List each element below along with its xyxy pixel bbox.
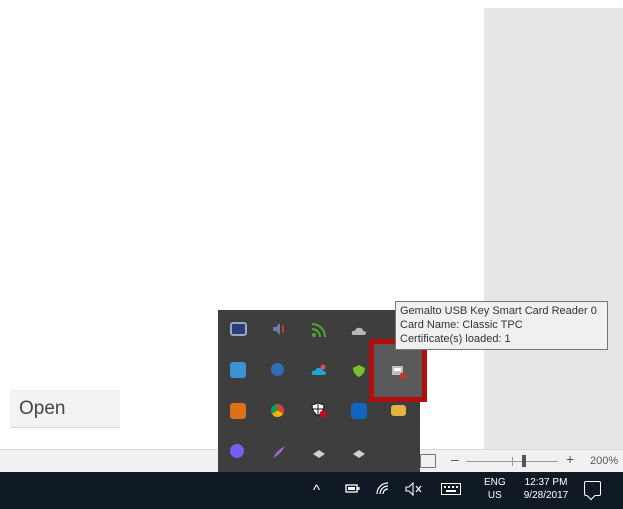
tooltip-certificates: Certificate(s) loaded: 1: [400, 333, 511, 345]
right-pane: [484, 8, 623, 449]
volume-muted-icon[interactable]: [405, 481, 423, 498]
clock[interactable]: 12:37 PM 9/28/2017: [517, 476, 575, 502]
zoom-center-tick: [512, 457, 513, 466]
usb-drive-icon[interactable]: [311, 446, 327, 462]
zoom-slider-thumb[interactable]: [522, 455, 526, 467]
check-shield-icon[interactable]: [351, 364, 367, 380]
feather-icon[interactable]: [271, 444, 287, 460]
zoom-level[interactable]: 200%: [590, 455, 618, 467]
cloud-sync-icon[interactable]: [311, 364, 327, 380]
tooltip-card-name: Card Name: Classic TPC: [400, 319, 523, 331]
orange-app-icon[interactable]: [230, 403, 246, 419]
open-button-label: Open: [19, 398, 66, 419]
language-code: ENG: [484, 477, 506, 488]
action-center-icon[interactable]: [584, 481, 601, 496]
input-language[interactable]: ENG US: [484, 476, 506, 502]
shield-x-icon[interactable]: [311, 402, 327, 418]
network-icon[interactable]: [271, 363, 284, 376]
view-icon[interactable]: [420, 454, 436, 468]
monitor-icon[interactable]: [230, 322, 247, 336]
smart-card-reader-icon[interactable]: [390, 364, 408, 385]
battery-icon[interactable]: [345, 482, 360, 496]
region-code: US: [487, 490, 502, 501]
outlook-icon[interactable]: [351, 403, 367, 419]
chrome-icon[interactable]: [271, 404, 284, 417]
show-hidden-icons-chevron[interactable]: ^: [313, 483, 320, 498]
tooltip-device-name: Gemalto USB Key Smart Card Reader 0: [400, 305, 597, 317]
wifi-icon[interactable]: [375, 482, 390, 498]
usb-drive-2-icon[interactable]: [351, 446, 367, 462]
mail-icon[interactable]: [391, 405, 406, 416]
rss-icon[interactable]: [311, 322, 327, 338]
viber-icon[interactable]: [230, 444, 244, 458]
globe-icon[interactable]: [230, 362, 246, 378]
zoom-in-button[interactable]: +: [566, 451, 574, 467]
onedrive-icon[interactable]: [351, 324, 367, 340]
taskbar: ^ ENG US 12:37 PM 9/28/2017: [0, 472, 623, 509]
speaker-muted-icon[interactable]: [271, 321, 287, 337]
open-button[interactable]: Open: [10, 390, 120, 428]
tooltip: Gemalto USB Key Smart Card Reader 0 Card…: [395, 301, 608, 350]
clock-time: 12:37 PM: [524, 477, 568, 488]
zoom-out-button[interactable]: –: [451, 451, 459, 467]
clock-date: 9/28/2017: [523, 490, 569, 501]
keyboard-icon[interactable]: [441, 483, 461, 497]
